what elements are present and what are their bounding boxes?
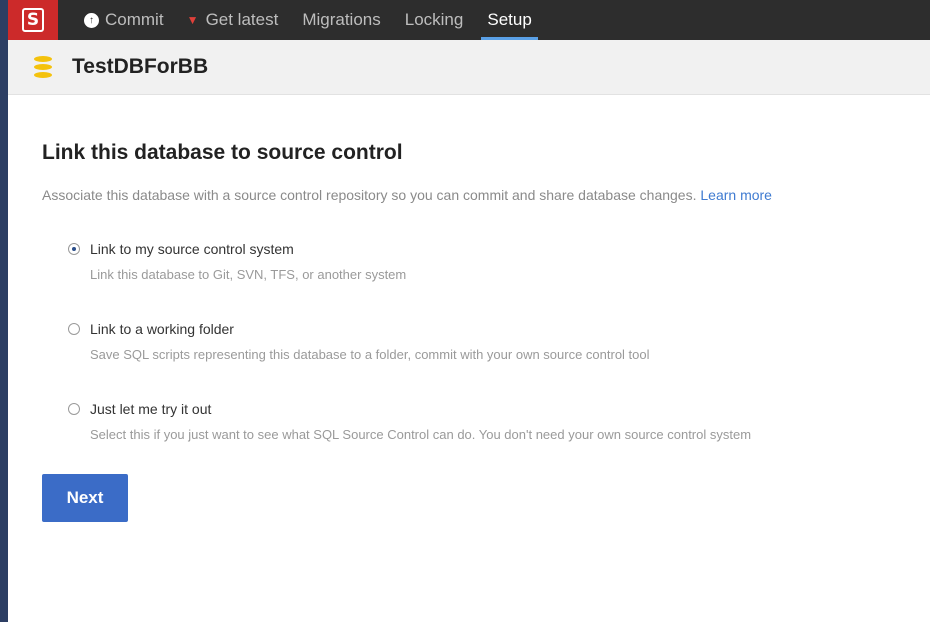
tab-setup[interactable]: Setup — [475, 0, 543, 40]
tab-commit-label: Commit — [105, 10, 164, 29]
radio-working-folder[interactable] — [68, 323, 80, 335]
radio-source-control-system[interactable] — [68, 243, 80, 255]
option-description: Select this if you just want to see what… — [90, 427, 752, 442]
main-nav: ↑ Commit ▼ Get latest Migrations Locking… — [72, 0, 544, 40]
learn-more-link[interactable]: Learn more — [700, 187, 772, 203]
tab-get-latest-label: Get latest — [205, 10, 279, 29]
tab-commit[interactable]: ↑ Commit — [72, 0, 176, 40]
get-latest-icon: ▼ — [186, 13, 199, 27]
option-label: Just let me try it out — [90, 401, 212, 417]
next-button[interactable]: Next — [42, 474, 128, 522]
database-header: TestDBForBB — [8, 40, 930, 95]
app-logo: S — [8, 0, 58, 40]
tab-setup-label: Setup — [487, 10, 532, 29]
option-label: Link to my source control system — [90, 241, 294, 257]
option-working-folder[interactable]: Link to a working folder Save SQL script… — [68, 321, 650, 362]
option-source-control-system[interactable]: Link to my source control system Link th… — [68, 241, 406, 282]
database-icon — [34, 56, 52, 78]
tab-migrations[interactable]: Migrations — [290, 0, 392, 40]
description-text: Associate this database with a source co… — [42, 187, 697, 203]
app-logo-letter: S — [22, 8, 44, 32]
option-description: Link this database to Git, SVN, TFS, or … — [90, 267, 407, 282]
tab-migrations-label: Migrations — [302, 10, 381, 29]
page-description: Associate this database with a source co… — [42, 187, 922, 203]
option-description: Save SQL scripts representing this datab… — [90, 347, 650, 362]
tab-locking-label: Locking — [404, 10, 464, 29]
option-label: Link to a working folder — [90, 321, 234, 337]
setup-panel: Link this database to source control Ass… — [42, 95, 922, 522]
option-try-it-out[interactable]: Just let me try it out Select this if yo… — [68, 401, 751, 442]
page-title: Link this database to source control — [42, 141, 403, 164]
top-toolbar: S ↑ Commit ▼ Get latest Migrations Locki… — [8, 0, 930, 40]
tab-get-latest[interactable]: ▼ Get latest — [176, 0, 291, 40]
window-left-edge — [0, 0, 8, 622]
database-name: TestDBForBB — [72, 55, 209, 78]
tab-locking[interactable]: Locking — [393, 0, 476, 40]
commit-icon: ↑ — [84, 12, 99, 28]
radio-try-it-out[interactable] — [68, 403, 80, 415]
